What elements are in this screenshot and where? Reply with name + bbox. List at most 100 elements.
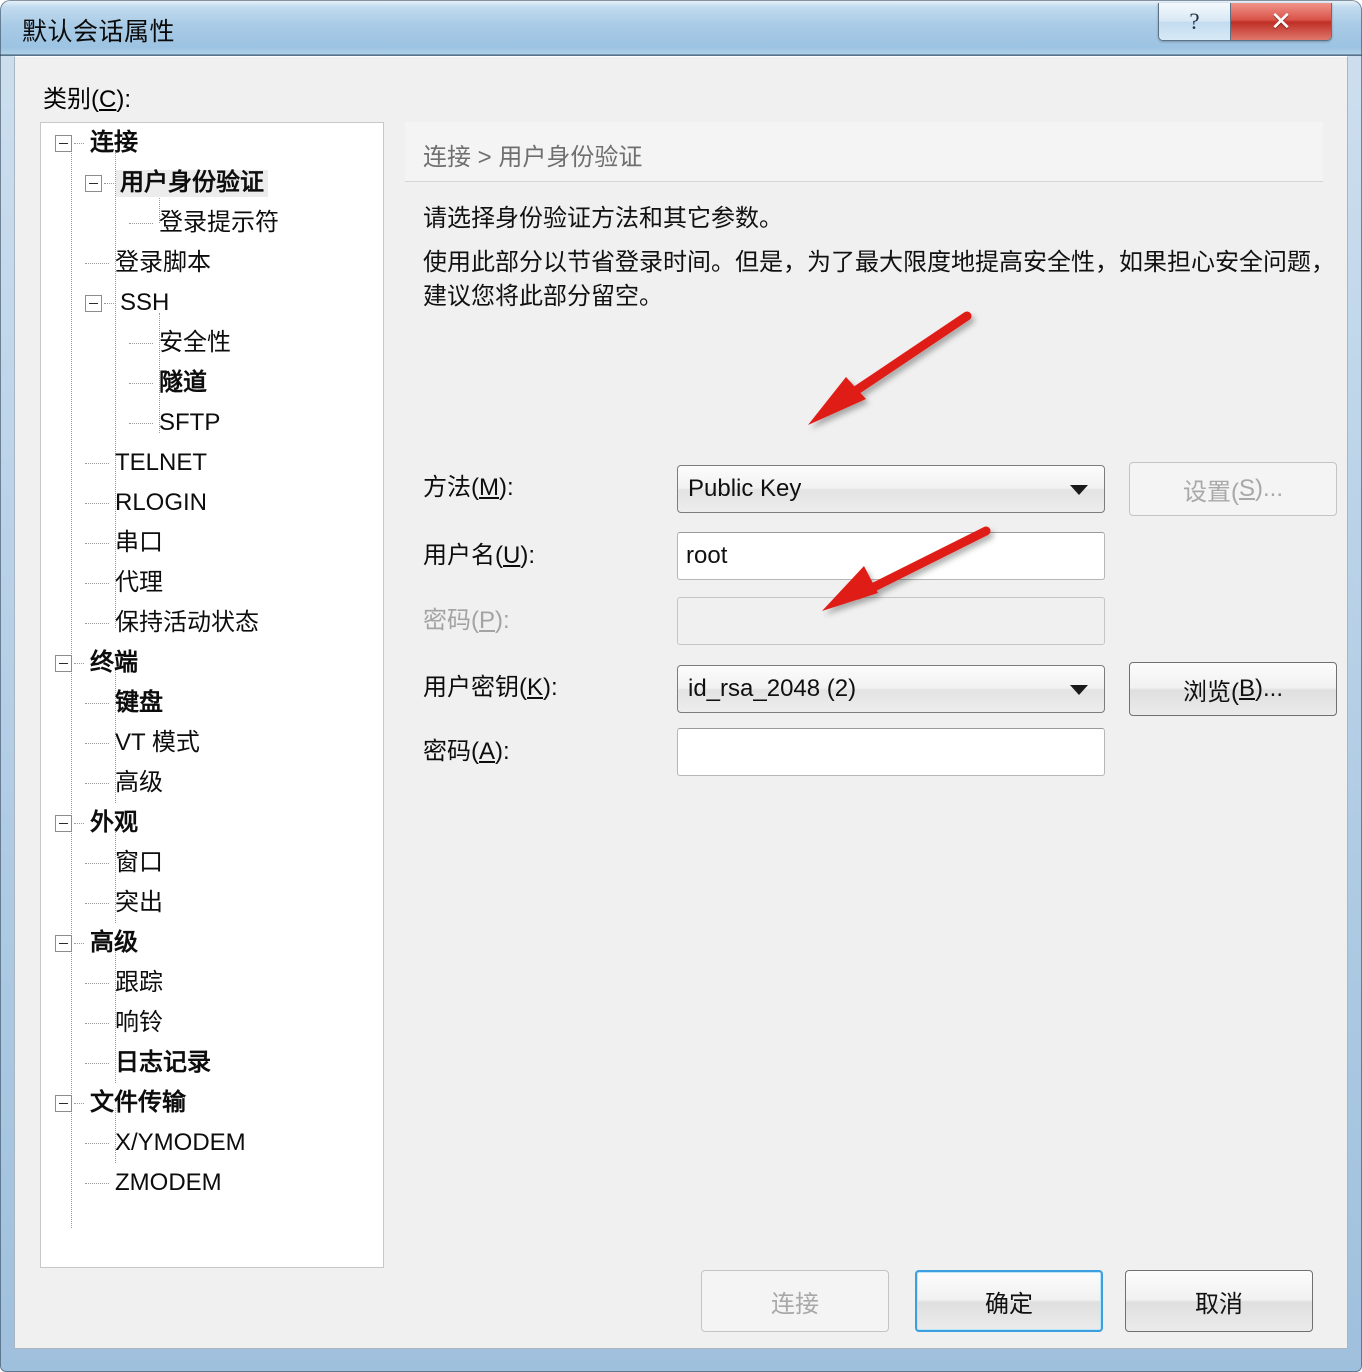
- tree-connector: [85, 862, 109, 864]
- tree-item-label: X/YMODEM: [115, 1128, 246, 1156]
- tree-connector: [85, 782, 109, 784]
- tree-connector: [85, 1022, 109, 1024]
- tree-item-label: SFTP: [159, 408, 221, 436]
- tree-item-label: 窗口: [115, 848, 163, 876]
- tree-item-16[interactable]: 高级: [41, 763, 383, 803]
- tree-expander-minus-icon[interactable]: [55, 1094, 72, 1112]
- tree-connector: [85, 982, 109, 984]
- window-title: 默认会话属性: [22, 18, 176, 46]
- tree-item-17[interactable]: 外观: [41, 803, 383, 843]
- tree-connector: [85, 542, 109, 544]
- tree-item-label: 文件传输: [90, 1088, 186, 1116]
- tree-item-label: ZMODEM: [115, 1168, 222, 1196]
- auth-form: 方法(M): Public Key 设置(S)... 用户名(U): root …: [405, 122, 1337, 1268]
- tree-item-22[interactable]: 响铃: [41, 1003, 383, 1043]
- tree-item-label: TELNET: [115, 448, 208, 476]
- tree-item-1[interactable]: 用户身份验证: [41, 163, 383, 203]
- tree-expander-minus-icon[interactable]: [55, 814, 72, 832]
- password-label: 密码(P):: [423, 607, 510, 634]
- tree-item-label: 跟踪: [115, 968, 163, 996]
- tree-item-label: RLOGIN: [115, 488, 208, 516]
- tree-row-container: 连接用户身份验证登录提示符登录脚本 SSH 安全性隧道 SFTP TELNET RLOGI…: [41, 123, 383, 1203]
- tree-connector: [85, 462, 109, 464]
- tree-item-label: 登录脚本: [115, 248, 211, 276]
- category-tree[interactable]: 连接用户身份验证登录提示符登录脚本 SSH 安全性隧道 SFTP TELNET RLOGI…: [40, 122, 384, 1268]
- tree-connector: [104, 182, 114, 184]
- tree-item-23[interactable]: 日志记录: [41, 1043, 383, 1083]
- tree-item-10[interactable]: 串口: [41, 523, 383, 563]
- tree-item-label: 用户身份验证: [116, 169, 268, 197]
- tree-item-8[interactable]: TELNET: [41, 443, 383, 483]
- tree-item-label: 响铃: [115, 1008, 163, 1036]
- tree-connector: [129, 342, 153, 344]
- tree-item-6[interactable]: 隧道: [41, 363, 383, 403]
- ok-button[interactable]: 确定: [915, 1270, 1103, 1332]
- settings-button[interactable]: 设置(S)...: [1129, 462, 1337, 516]
- tree-item-2[interactable]: 登录提示符: [41, 203, 383, 243]
- tree-connector: [85, 742, 109, 744]
- tree-item-14[interactable]: 键盘: [41, 683, 383, 723]
- tree-item-5[interactable]: 安全性: [41, 323, 383, 363]
- help-icon[interactable]: ?: [1159, 3, 1231, 40]
- tree-item-11[interactable]: 代理: [41, 563, 383, 603]
- tree-item-19[interactable]: 突出: [41, 883, 383, 923]
- tree-item-label: SSH: [120, 288, 170, 316]
- tree-item-0[interactable]: 连接: [41, 123, 383, 163]
- username-label: 用户名(U):: [423, 542, 536, 569]
- tree-item-label: 安全性: [159, 328, 231, 356]
- tree-connector: [85, 702, 109, 704]
- cancel-button[interactable]: 取消: [1125, 1270, 1313, 1332]
- tree-connector: [85, 262, 109, 264]
- method-combobox[interactable]: Public Key: [677, 465, 1105, 513]
- passphrase-input[interactable]: [677, 728, 1105, 776]
- tree-connector: [85, 622, 109, 624]
- tree-item-label: 串口: [115, 528, 163, 556]
- tree-item-13[interactable]: 终端: [41, 643, 383, 683]
- tree-item-25[interactable]: X/YMODEM: [41, 1123, 383, 1163]
- tree-item-4[interactable]: SSH: [41, 283, 383, 323]
- tree-expander-minus-icon[interactable]: [85, 294, 102, 312]
- tree-item-21[interactable]: 跟踪: [41, 963, 383, 1003]
- tree-item-label: 高级: [115, 768, 163, 796]
- browse-button[interactable]: 浏览(B)...: [1129, 662, 1337, 716]
- tree-item-12[interactable]: 保持活动状态: [41, 603, 383, 643]
- passphrase-label: 密码(A):: [423, 738, 510, 765]
- tree-item-26[interactable]: ZMODEM: [41, 1163, 383, 1203]
- tree-item-9[interactable]: RLOGIN: [41, 483, 383, 523]
- tree-connector: [74, 1102, 84, 1104]
- caption-button-group: ? ✕: [1158, 3, 1332, 41]
- tree-item-label: 登录提示符: [159, 208, 279, 236]
- tree-item-label: 保持活动状态: [115, 608, 259, 636]
- method-label: 方法(M):: [423, 474, 514, 501]
- tree-connector: [85, 502, 109, 504]
- dialog-footer: 连接 确定 取消: [15, 1252, 1349, 1348]
- connect-button[interactable]: 连接: [701, 1270, 889, 1332]
- tree-item-label: 隧道: [159, 368, 207, 396]
- dialog-client-area: 类别(C): 连接 用户身份验证 登录提示符 登录脚本 SSH 安全性 隧道 SFTP TELN…: [14, 56, 1348, 1349]
- username-input[interactable]: root: [677, 532, 1105, 580]
- password-input[interactable]: [677, 597, 1105, 645]
- tree-connector: [85, 1062, 109, 1064]
- tree-item-7[interactable]: SFTP: [41, 403, 383, 443]
- settings-pane: 连接 > 用户身份验证 请选择身份验证方法和其它参数。 使用此部分以节省登录时间…: [405, 122, 1337, 1268]
- tree-item-20[interactable]: 高级: [41, 923, 383, 963]
- tree-expander-minus-icon[interactable]: [55, 934, 72, 952]
- tree-connector: [129, 382, 153, 384]
- tree-connector: [85, 1142, 109, 1144]
- user-key-combobox[interactable]: id_rsa_2048 (2): [677, 665, 1105, 713]
- tree-connector: [85, 902, 109, 904]
- tree-item-18[interactable]: 窗口: [41, 843, 383, 883]
- tree-connector: [85, 582, 109, 584]
- tree-connector: [74, 142, 84, 144]
- user-key-value: id_rsa_2048 (2): [688, 675, 857, 702]
- tree-item-3[interactable]: 登录脚本: [41, 243, 383, 283]
- tree-connector: [129, 422, 153, 424]
- tree-item-15[interactable]: VT 模式: [41, 723, 383, 763]
- tree-item-label: VT 模式: [115, 728, 200, 756]
- tree-item-label: 代理: [115, 568, 163, 596]
- close-icon[interactable]: ✕: [1231, 3, 1331, 40]
- tree-expander-minus-icon[interactable]: [55, 134, 72, 152]
- tree-expander-minus-icon[interactable]: [85, 174, 102, 192]
- tree-expander-minus-icon[interactable]: [55, 654, 72, 672]
- tree-item-24[interactable]: 文件传输: [41, 1083, 383, 1123]
